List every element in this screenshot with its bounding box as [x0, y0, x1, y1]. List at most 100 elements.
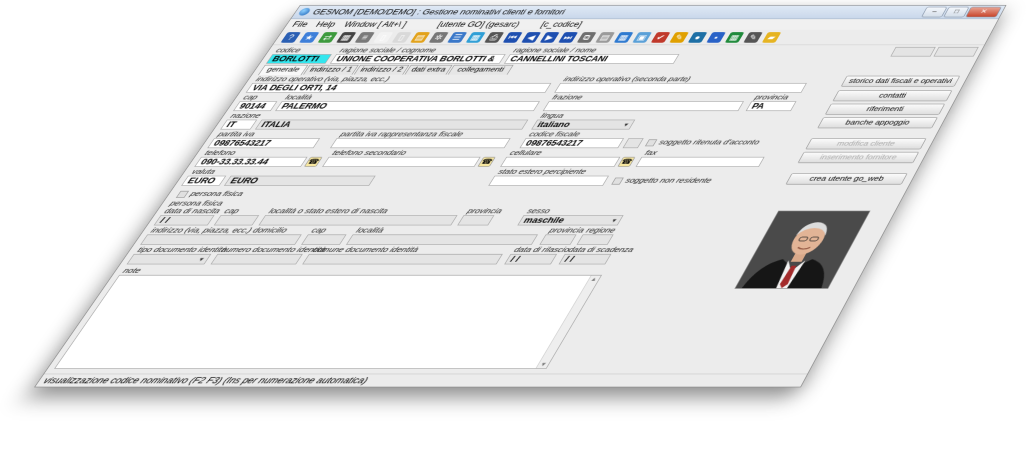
edit-icon[interactable]: ✎: [743, 32, 763, 43]
lingua-select[interactable]: italiano: [531, 120, 635, 130]
last-record-icon[interactable]: ⏭: [558, 32, 578, 43]
regione-field[interactable]: [577, 234, 614, 244]
data-nascita-field[interactable]: / /: [154, 215, 215, 225]
indirizzo-seconda-field[interactable]: [554, 83, 807, 93]
prev-record-icon[interactable]: ◀: [521, 32, 541, 43]
export-icon[interactable]: ⇄: [317, 32, 338, 43]
check-icon[interactable]: ✔: [651, 32, 671, 43]
note-label: note: [121, 267, 143, 275]
inserimento-fornitore-button[interactable]: inserimento fornitore: [798, 152, 920, 163]
indirizzo-operativo-field[interactable]: VIA DEGLI ORTI, 14: [246, 83, 552, 93]
piva-rappr-field[interactable]: [330, 138, 511, 148]
nazione-code-field[interactable]: IT: [220, 120, 257, 130]
localita-field[interactable]: PALERMO: [275, 101, 540, 111]
save-icon[interactable]: ▪: [706, 32, 726, 43]
cap-nascita-field[interactable]: [214, 215, 259, 225]
help-icon[interactable]: ?: [280, 32, 301, 43]
comune-doc-field[interactable]: [302, 254, 503, 264]
image-icon[interactable]: ▣: [632, 32, 652, 43]
tipo-doc-select[interactable]: [127, 254, 212, 264]
storico-button[interactable]: storico dati fiscali e operativi: [841, 76, 961, 87]
document-icon[interactable]: ▯: [373, 32, 393, 43]
codice-field[interactable]: BORLOTTI: [266, 54, 332, 64]
cellulare-field[interactable]: [500, 157, 620, 167]
piva-rappr-label: partita iva rappresentanza fiscale: [338, 131, 465, 138]
tab-generale[interactable]: generale: [258, 65, 308, 75]
provincia-field[interactable]: PA: [746, 101, 797, 111]
domicilio-field[interactable]: [140, 234, 302, 244]
fax-field[interactable]: [636, 157, 765, 167]
print-folder-icon[interactable]: ▤: [410, 32, 430, 43]
cap-nascita-label: cap: [222, 207, 241, 215]
lingua-label: lingua: [539, 112, 566, 119]
menu-window[interactable]: Window [ Alt+\ ]: [342, 20, 409, 28]
telefono2-phone-icon[interactable]: ☎: [477, 157, 495, 167]
contatti-button[interactable]: contatti: [832, 90, 952, 101]
sesso-select[interactable]: maschile: [517, 215, 623, 225]
printer-icon[interactable]: ⎙: [484, 32, 504, 43]
ritenuta-checkbox[interactable]: [645, 139, 657, 146]
banche-button[interactable]: banche appoggio: [817, 117, 938, 128]
export-excel-icon[interactable]: ▦: [725, 32, 745, 43]
localita-nascita-field[interactable]: [258, 215, 457, 225]
telefono-field[interactable]: 090-33.33.33.44: [194, 157, 307, 167]
non-residente-checkbox[interactable]: [611, 178, 624, 185]
status-text: visualizzazione codice nominativo (F2 F3…: [41, 376, 370, 386]
notes-icon[interactable]: ≡: [354, 32, 375, 43]
ragione-cognome-field[interactable]: UNIONE COOPERATIVA BORLOTTI &: [330, 54, 506, 64]
persona-fisica-checkbox[interactable]: [176, 191, 189, 198]
cap-dom-field[interactable]: [301, 234, 346, 244]
numero-doc-field[interactable]: [210, 254, 302, 264]
crea-utente-button[interactable]: crea utente go_web: [785, 173, 907, 184]
partita-iva-field[interactable]: 09876543217: [207, 138, 320, 148]
cap-field[interactable]: 90144: [233, 101, 277, 111]
calculator-icon[interactable]: ▦: [336, 32, 357, 43]
stato-estero-field[interactable]: [488, 176, 609, 186]
persona-fisica-title: persona fisica: [168, 200, 225, 208]
frazione-field[interactable]: [543, 101, 744, 111]
gear-icon[interactable]: ✲: [429, 32, 449, 43]
first-record-icon[interactable]: ⏮: [503, 32, 523, 43]
data-scadenza-field[interactable]: / /: [559, 254, 612, 264]
cellulare-phone-icon[interactable]: ☎: [617, 157, 635, 167]
codice-fiscale-field[interactable]: 09876543217: [520, 138, 625, 148]
tab-collegamenti[interactable]: collegamenti: [448, 65, 514, 75]
telefono2-field[interactable]: [322, 157, 481, 167]
notepad-icon[interactable]: ▤: [595, 32, 615, 43]
copy-icon[interactable]: ⧉: [577, 32, 597, 43]
star-icon[interactable]: ★: [299, 32, 320, 43]
tab-indirizzo-2[interactable]: indirizzo / 2: [354, 65, 410, 75]
calendar-icon[interactable]: ▦: [466, 32, 486, 43]
nazione-field: ITALIA: [255, 120, 528, 130]
note-scrollbar[interactable]: ▲ ▼: [536, 276, 601, 369]
globe-icon[interactable]: ●: [688, 32, 708, 43]
list-icon[interactable]: ☰: [447, 32, 467, 43]
close-button[interactable]: ✕: [965, 7, 1002, 18]
cap-dom-label: cap: [309, 227, 328, 235]
scroll-down-icon[interactable]: ▼: [538, 361, 548, 367]
localita-dom-field[interactable]: [346, 234, 538, 244]
provincia-dom-field[interactable]: [539, 234, 576, 244]
menu-bar: File Help Window [ Alt+\ ] [utente GO] (…: [284, 19, 999, 30]
tab-dati-extra[interactable]: dati extra: [405, 65, 453, 75]
codice-fiscale-extra-field: [623, 138, 644, 148]
data-rilascio-field[interactable]: / /: [504, 254, 557, 264]
note-textarea[interactable]: ▲ ▼: [54, 275, 602, 369]
riferimenti-button[interactable]: riferimenti: [825, 104, 945, 115]
telefono-phone-icon[interactable]: ☎: [304, 157, 323, 167]
tools-icon[interactable]: ✎: [669, 32, 689, 43]
next-record-icon[interactable]: ▶: [540, 32, 560, 43]
provincia-nascita-label: provincia: [465, 207, 504, 215]
modifica-cliente-button[interactable]: modifica cliente: [805, 138, 926, 149]
ragione-nome-field[interactable]: CANNELLINI TOSCANI: [504, 54, 679, 64]
scroll-up-icon[interactable]: ▲: [589, 276, 599, 282]
valuta-code-field[interactable]: EURO: [181, 176, 226, 186]
folder-icon[interactable]: ▰: [762, 32, 782, 43]
provincia-nascita-field[interactable]: [457, 215, 494, 225]
menu-file[interactable]: File: [290, 20, 310, 28]
tab-indirizzo-1[interactable]: indirizzo / 1: [303, 65, 359, 75]
menu-help[interactable]: Help: [314, 20, 338, 28]
new-page-icon[interactable]: ▯: [391, 32, 411, 43]
calculator2-icon[interactable]: ▦: [614, 32, 634, 43]
app-window: GESNOM [DEMO/DEMO] : Gestione nominativi…: [34, 5, 1006, 387]
